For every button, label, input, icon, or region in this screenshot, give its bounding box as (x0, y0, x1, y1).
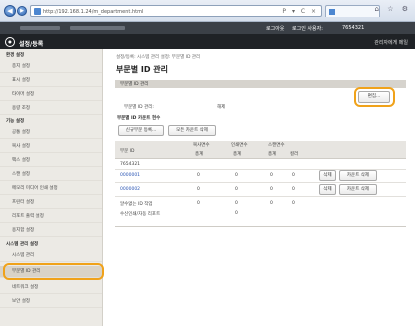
register-department-button[interactable]: 신규부문 등록... (118, 125, 164, 136)
brand-bar (0, 34, 415, 49)
sidebar-item-display[interactable]: 표시 설정 (0, 75, 102, 87)
scan-total-count: 0 (270, 187, 273, 192)
clear-all-counts-button[interactable]: 모든 카운트 삭제 (168, 125, 216, 136)
tab-icon (329, 9, 335, 15)
sidebar-item-network[interactable]: 네트워크 설정 (0, 282, 102, 294)
row-id: 7654321 (120, 162, 141, 167)
login-user-value: 7654321 (342, 25, 365, 31)
address-bar[interactable]: http://192.168.1.24/m_department.html P … (30, 5, 322, 17)
print-count: 0 (235, 187, 238, 192)
sidebar-item-system-management[interactable]: 시스템 관리 (0, 250, 102, 262)
address-tools-icons[interactable]: P ▾ C × (282, 8, 318, 15)
column-header-scan-total: 총계 (268, 152, 277, 157)
brand-title: 설정/등록 (19, 41, 44, 48)
column-header-copy: 복사면수 (193, 143, 210, 148)
sidebar-item-timer[interactable]: 타이머 설정 (0, 89, 102, 101)
sidebar-item-capacity[interactable]: 용량 조정 (0, 103, 102, 115)
clear-count-button[interactable]: 카운트 삭제 (339, 170, 377, 181)
forward-icon[interactable]: ▶ (17, 6, 27, 16)
counter-heading: 부문별 ID 카운트 현수 (117, 116, 161, 121)
browser-tab[interactable] (325, 5, 380, 17)
counter-table-header (115, 141, 406, 159)
department-id-link[interactable]: 0000001 (120, 173, 140, 178)
column-header-copy-total: 총계 (195, 152, 204, 157)
print-count: 0 (235, 211, 238, 216)
row-divider (115, 182, 406, 183)
sidebar-item-paper[interactable]: 종지 설정 (0, 61, 102, 73)
logout-link[interactable]: 로그아웃 (266, 25, 284, 32)
sidebar-item-common[interactable]: 공통 설정 (0, 127, 102, 139)
section-title: 부문별 ID 관리 (120, 82, 149, 87)
unknown-id-row-label: 알수없는 ID 작업 (120, 202, 153, 207)
login-user-label: 로그인 사용자: (292, 26, 323, 32)
scan-total-count: 0 (270, 201, 273, 206)
delete-department-button[interactable]: 삭제 (319, 170, 336, 181)
mail-admin-link[interactable]: 관리자에게 메일 (374, 39, 408, 46)
column-header-scan-color: 컬러 (290, 152, 299, 157)
row-divider (115, 196, 406, 197)
sidebar-group-env: 환경 설정 (6, 53, 25, 58)
scan-color-count: 0 (292, 201, 295, 206)
sidebar-item-report[interactable]: 리포트 출력 설정 (0, 211, 102, 223)
column-header-id: 부문 ID (120, 149, 135, 154)
copy-count: 0 (197, 201, 200, 206)
department-id-setting-value: 해제 (217, 105, 226, 110)
url-text: http://192.168.1.24/m_department.html (43, 9, 144, 15)
site-icon (34, 8, 41, 15)
column-header-print-total: 총계 (233, 152, 242, 157)
department-id-link[interactable]: 0000002 (120, 187, 140, 192)
top-bar: 로그아웃 로그인 사용자: 7654321 (0, 22, 415, 34)
sidebar-item-copy[interactable]: 복사 설정 (0, 141, 102, 153)
column-header-print: 인쇄면수 (231, 143, 248, 148)
sidebar-item-fax[interactable]: 팩스 설정 (0, 155, 102, 167)
blurred-text (70, 26, 125, 30)
sidebar-group-system: 시스템 관리 설정 (6, 242, 39, 247)
scan-color-count: 0 (292, 173, 295, 178)
scan-total-count: 0 (270, 173, 273, 178)
department-id-setting-label: 부문별 ID 관리: (124, 105, 154, 110)
sidebar-item-media-print[interactable]: 메모리 미디어 인쇄 설정 (0, 183, 102, 195)
column-header-scan: 스캔면수 (268, 143, 285, 148)
received-print-row-label: 수신인쇄/자동 리포트 (120, 212, 161, 217)
canon-logo-icon: ● (5, 37, 15, 47)
sidebar-item-scan[interactable]: 스캔 설정 (0, 169, 102, 181)
breadcrumb: 설정/등록: 시스템 관리 설정: 부문별 ID 관리 (116, 55, 201, 60)
copy-count: 0 (197, 173, 200, 178)
delete-department-button[interactable]: 삭제 (319, 184, 336, 195)
sidebar-highlight (3, 263, 104, 280)
sidebar-item-paper-source[interactable]: 용지함 설정 (0, 225, 102, 237)
sidebar-group-function: 기능 설정 (6, 119, 25, 124)
print-count: 0 (235, 173, 238, 178)
scan-color-count: 0 (292, 187, 295, 192)
edit-button-highlight (354, 87, 395, 107)
sidebar-item-security[interactable]: 보안 설정 (0, 296, 102, 308)
clear-count-button[interactable]: 카운트 삭제 (339, 184, 377, 195)
copy-count: 0 (197, 187, 200, 192)
page-title: 부문별 ID 관리 (116, 65, 168, 74)
table-bottom-border (115, 226, 406, 227)
browser-menu-icons[interactable]: ⌂ ☆ ⚙ (375, 5, 411, 13)
blurred-text (20, 26, 60, 30)
back-icon[interactable]: ◀ (4, 5, 16, 17)
sidebar-item-printer[interactable]: 프린터 설정 (0, 197, 102, 209)
print-count: 0 (235, 201, 238, 206)
